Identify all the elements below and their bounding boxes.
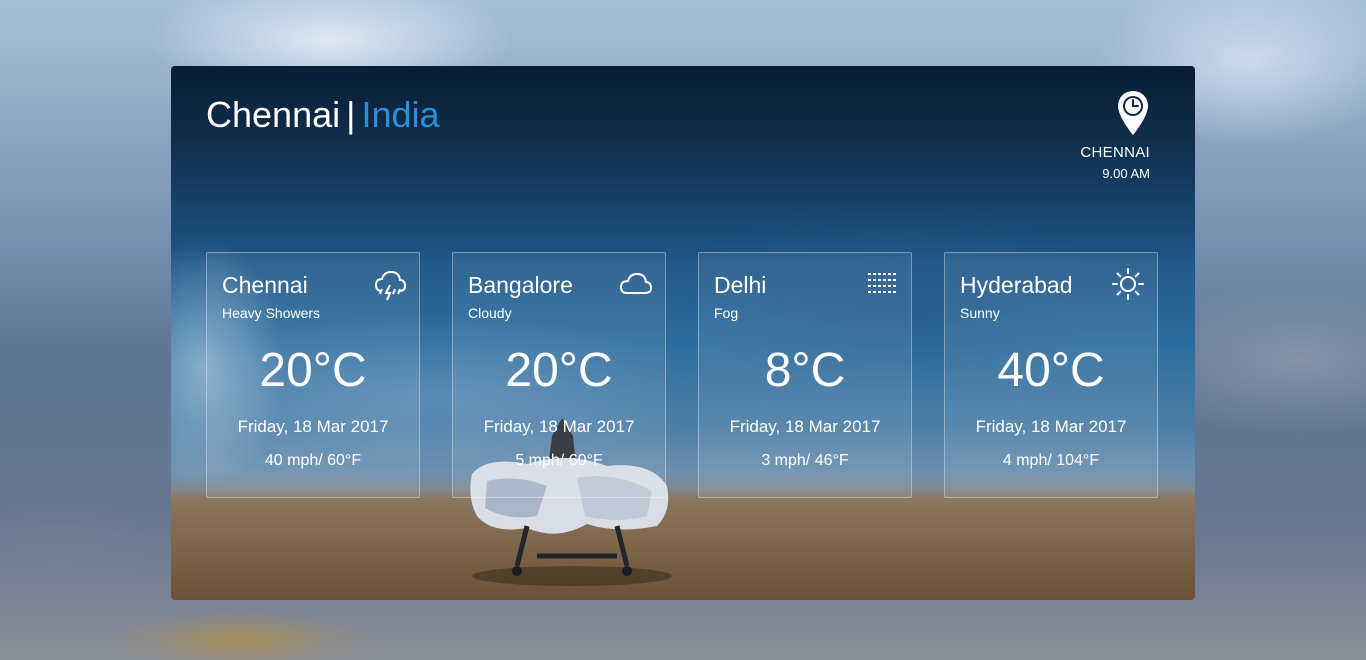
forecast-date: Friday, 18 Mar 2017 <box>975 417 1127 436</box>
forecast-date: Friday, 18 Mar 2017 <box>237 417 389 436</box>
current-location[interactable]: CHENNAI 9.00 AM <box>1080 90 1150 181</box>
forecast-wind: 4 mph/ 104°F <box>1002 452 1100 469</box>
fog-icon <box>868 273 896 293</box>
forecast-city: Bangalore <box>468 272 573 298</box>
title-country: India <box>361 94 440 135</box>
forecast-tile-delhi[interactable]: Delhi Fog 8°C Friday, 18 Mar 2017 3 mph/… <box>698 252 912 498</box>
forecast-condition: Heavy Showers <box>222 305 321 321</box>
forecast-condition: Fog <box>714 305 739 321</box>
forecast-city: Hyderabad <box>960 272 1073 298</box>
forecast-tile-chennai[interactable]: Chennai Heavy Showers 20°C Friday, 18 Ma… <box>206 252 420 498</box>
forecast-wind: 40 mph/ 60°F <box>264 452 362 469</box>
page-title: Chennai | India <box>206 94 440 136</box>
forecast-tile-hyderabad[interactable]: Hyderabad Sunny 40°C Friday, 18 Mar 2017… <box>944 252 1158 498</box>
forecast-date: Friday, 18 Mar 2017 <box>729 417 881 436</box>
cloud-icon <box>619 272 653 294</box>
location-city: CHENNAI <box>1080 144 1150 161</box>
forecast-condition: Sunny <box>960 305 1000 321</box>
location-clock-icon <box>1118 91 1148 135</box>
forecast-condition: Cloudy <box>468 305 512 321</box>
forecast-temperature: 20°C <box>259 344 367 397</box>
forecast-city: Chennai <box>222 272 308 298</box>
forecast-date: Friday, 18 Mar 2017 <box>483 417 635 436</box>
forecast-temperature: 8°C <box>764 344 846 397</box>
weather-card: Chennai | India CHENNAI 9.00 AM Chennai He… <box>171 66 1195 600</box>
forecast-city: Delhi <box>714 272 767 298</box>
forecast-temperature: 20°C <box>505 344 613 397</box>
forecast-wind: 3 mph/ 46°F <box>761 452 849 469</box>
forecast-tile-bangalore[interactable]: Bangalore Cloudy 20°C Friday, 18 Mar 201… <box>452 252 666 498</box>
forecast-temperature: 40°C <box>997 344 1105 397</box>
thunderstorm-icon <box>374 270 407 301</box>
title-city: Chennai <box>206 94 341 135</box>
title-separator: | <box>346 94 356 135</box>
sun-icon <box>1112 268 1144 300</box>
forecast-wind: 5 mph/ 60°F <box>515 452 603 469</box>
location-time: 9.00 AM <box>1102 166 1150 181</box>
